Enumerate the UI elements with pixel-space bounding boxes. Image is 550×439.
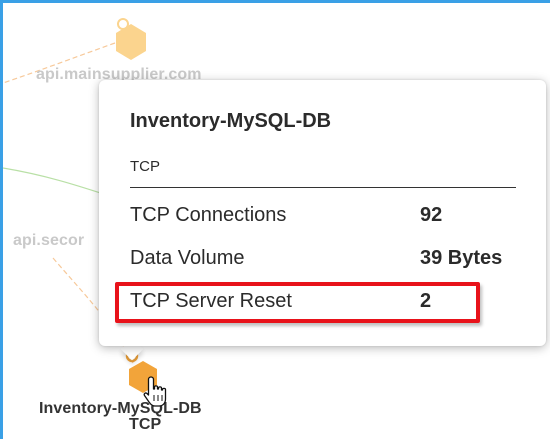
tooltip-row-data-volume: Data Volume 39 Bytes	[130, 247, 530, 273]
hand-pointer-icon	[143, 376, 167, 407]
tooltip-row-value: 39 Bytes	[420, 247, 503, 269]
node-api-mainsupplier[interactable]	[109, 16, 153, 62]
tooltip-title: Inventory-MySQL-DB	[130, 110, 332, 132]
topology-map[interactable]: api.mainsupplier.com api.secor Inventory…	[0, 0, 550, 439]
tooltip-row-label: Data Volume	[130, 247, 245, 269]
node-label-api-secondary: api.secor	[13, 232, 85, 249]
tooltip-row-label: TCP Connections	[130, 204, 287, 226]
tooltip-subtitle: TCP	[130, 158, 160, 175]
node-sublabel-inventory-db: TCP	[129, 416, 162, 433]
tooltip-row-value: 92	[420, 204, 443, 226]
hexagon-node-icon	[116, 18, 146, 60]
tooltip-divider	[130, 187, 516, 188]
node-label-inventory-db: Inventory-MySQL-DB	[39, 400, 202, 417]
highlight-box	[115, 282, 480, 323]
tooltip-row-tcp-connections: TCP Connections 92	[130, 204, 530, 230]
